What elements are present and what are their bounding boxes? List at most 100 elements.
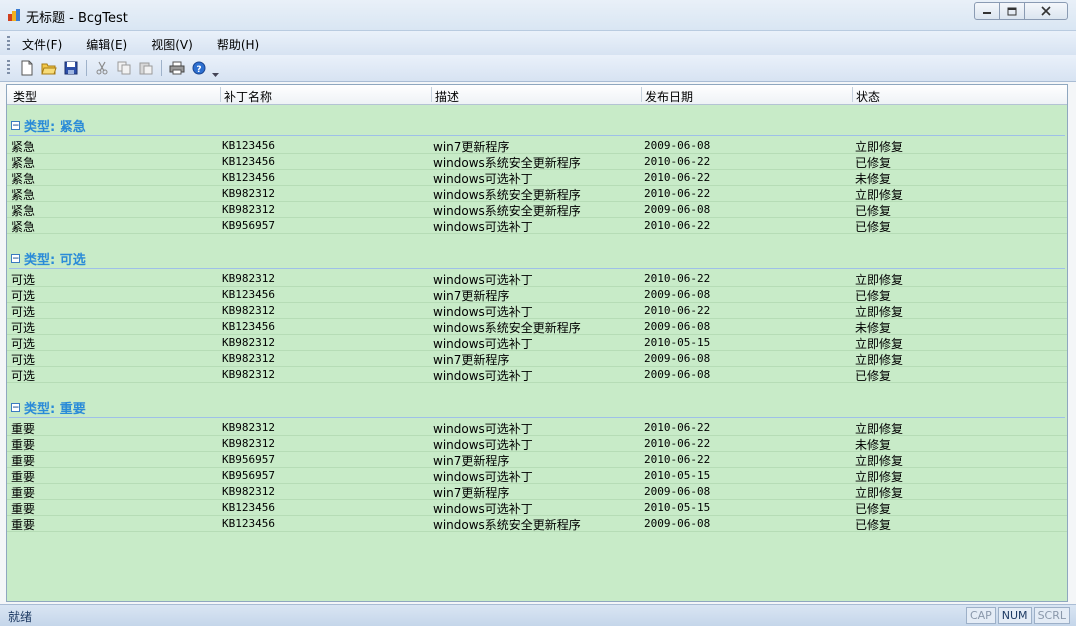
table-row[interactable]: 紧急 KB123456 windows可选补丁 2010-06-22 未修复: [7, 169, 1067, 186]
table-row[interactable]: 可选 KB982312 win7更新程序 2009-06-08 立即修复: [7, 350, 1067, 367]
cell-patch-name: KB982312: [222, 203, 275, 216]
cell-description: windows系统安全更新程序: [433, 518, 581, 532]
table-row[interactable]: 紧急 KB123456 win7更新程序 2009-06-08 立即修复: [7, 137, 1067, 154]
menu-bar: 文件(F) 编辑(E) 视图(V) 帮助(H): [0, 31, 1076, 55]
cell-status: 已修复: [855, 220, 892, 234]
cell-patch-name: KB123456: [222, 517, 275, 530]
group-title: 类型: 重要: [24, 401, 86, 417]
table-row[interactable]: 紧急 KB123456 windows系统安全更新程序 2010-06-22 已修复: [7, 153, 1067, 170]
new-button[interactable]: [16, 58, 38, 78]
table-row[interactable]: 紧急 KB982312 windows系统安全更新程序 2010-06-22 立即修复: [7, 185, 1067, 202]
close-button[interactable]: [1024, 2, 1068, 20]
group-header[interactable]: − 类型: 重要: [11, 398, 86, 417]
help-icon: ?: [192, 61, 206, 75]
column-divider[interactable]: [852, 87, 853, 102]
table-row[interactable]: 重要 KB956957 windows可选补丁 2010-05-15 立即修复: [7, 467, 1067, 484]
paste-icon: [139, 62, 153, 75]
cell-patch-name: KB123456: [222, 155, 275, 168]
cell-release-date: 2009-06-08: [644, 485, 711, 498]
cell-patch-name: KB123456: [222, 139, 275, 152]
table-row[interactable]: 重要 KB123456 windows可选补丁 2010-05-15 已修复: [7, 499, 1067, 516]
cell-patch-name: KB123456: [222, 171, 275, 184]
table-row[interactable]: 可选 KB123456 windows系统安全更新程序 2009-06-08 未修复: [7, 318, 1067, 335]
toolbar-overflow-button[interactable]: [210, 58, 220, 78]
toolbar-grip[interactable]: [7, 60, 10, 74]
toolbar-separator: [86, 60, 87, 76]
group-separator: [9, 268, 1065, 269]
column-divider[interactable]: [431, 87, 432, 102]
cut-button[interactable]: [91, 58, 113, 78]
table-row[interactable]: 重要 KB982312 win7更新程序 2009-06-08 立即修复: [7, 483, 1067, 500]
column-release-date[interactable]: 发布日期: [645, 88, 693, 105]
table-row[interactable]: 可选 KB982312 windows可选补丁 2009-06-08 已修复: [7, 366, 1067, 383]
cell-patch-name: KB123456: [222, 501, 275, 514]
table-row[interactable]: 重要 KB956957 win7更新程序 2010-06-22 立即修复: [7, 451, 1067, 468]
open-folder-icon: [41, 63, 57, 75]
menu-help[interactable]: 帮助(H): [211, 36, 265, 53]
table-row[interactable]: 重要 KB123456 windows系统安全更新程序 2009-06-08 已修复: [7, 515, 1067, 532]
column-status[interactable]: 状态: [856, 88, 880, 105]
table-row[interactable]: 可选 KB982312 windows可选补丁 2010-05-15 立即修复: [7, 334, 1067, 351]
window-title: 无标题 - BcgTest: [26, 11, 128, 26]
column-divider[interactable]: [641, 87, 642, 102]
save-icon: [64, 61, 78, 75]
cell-release-date: 2009-06-08: [644, 320, 711, 333]
save-button[interactable]: [60, 58, 82, 78]
cell-type: 重要: [11, 518, 36, 532]
group-header[interactable]: − 类型: 紧急: [11, 116, 86, 135]
cell-release-date: 2009-06-08: [644, 368, 711, 381]
cell-patch-name: KB123456: [222, 320, 275, 333]
copy-button[interactable]: [113, 58, 135, 78]
maximize-button[interactable]: [999, 2, 1025, 20]
indicator-cap: CAP: [965, 607, 996, 624]
indicator-num: NUM: [997, 607, 1032, 624]
cell-type: 可选: [11, 369, 36, 383]
cell-release-date: 2010-06-22: [644, 171, 711, 184]
minimize-icon: [983, 12, 991, 14]
menu-view[interactable]: 视图(V): [145, 36, 199, 53]
maximize-icon: [1007, 7, 1017, 15]
table-row[interactable]: 紧急 KB982312 windows系统安全更新程序 2009-06-08 已修复: [7, 201, 1067, 218]
cell-release-date: 2010-06-22: [644, 421, 711, 434]
copy-icon: [117, 61, 131, 75]
patch-list[interactable]: 类型 补丁名称 描述 发布日期 状态 − 类型: 紧急紧急 KB123456 win7…: [6, 84, 1068, 602]
collapse-icon[interactable]: −: [11, 253, 20, 263]
open-button[interactable]: [38, 58, 60, 78]
column-type[interactable]: 类型: [13, 88, 37, 105]
cell-patch-name: KB956957: [222, 219, 275, 232]
table-row[interactable]: 紧急 KB956957 windows可选补丁 2010-06-22 已修复: [7, 217, 1067, 234]
column-patch-name[interactable]: 补丁名称: [224, 88, 272, 105]
table-row[interactable]: 可选 KB123456 win7更新程序 2009-06-08 已修复: [7, 286, 1067, 303]
print-button[interactable]: [166, 58, 188, 78]
table-row[interactable]: 可选 KB982312 windows可选补丁 2010-06-22 立即修复: [7, 270, 1067, 287]
collapse-icon[interactable]: −: [11, 402, 20, 412]
print-icon: [169, 61, 185, 75]
cell-release-date: 2010-05-15: [644, 469, 711, 482]
paste-button[interactable]: [135, 58, 157, 78]
cell-description: windows可选补丁: [433, 369, 533, 383]
chevron-down-icon: [211, 73, 219, 77]
cell-patch-name: KB956957: [222, 469, 275, 482]
table-row[interactable]: 重要 KB982312 windows可选补丁 2010-06-22 未修复: [7, 435, 1067, 452]
cell-type: 紧急: [11, 220, 36, 234]
title-bar: 无标题 - BcgTest: [0, 0, 1076, 31]
cell-release-date: 2009-06-08: [644, 352, 711, 365]
table-row[interactable]: 重要 KB982312 windows可选补丁 2010-06-22 立即修复: [7, 419, 1067, 436]
menu-edit[interactable]: 编辑(E): [80, 36, 133, 53]
column-divider[interactable]: [220, 87, 221, 102]
cell-description: windows可选补丁: [433, 220, 533, 234]
svg-text:?: ?: [196, 65, 201, 75]
menubar-grip[interactable]: [7, 36, 10, 50]
cell-release-date: 2009-06-08: [644, 517, 711, 530]
column-header: 类型 补丁名称 描述 发布日期 状态: [7, 85, 1067, 105]
column-description[interactable]: 描述: [435, 88, 459, 105]
group-header[interactable]: − 类型: 可选: [11, 249, 86, 268]
minimize-button[interactable]: [974, 2, 1000, 20]
cell-release-date: 2010-06-22: [644, 437, 711, 450]
collapse-icon[interactable]: −: [11, 120, 20, 130]
table-row[interactable]: 可选 KB982312 windows可选补丁 2010-06-22 立即修复: [7, 302, 1067, 319]
cell-patch-name: KB982312: [222, 272, 275, 285]
window-controls: [974, 2, 1068, 20]
menu-file[interactable]: 文件(F): [16, 36, 68, 53]
help-button[interactable]: ?: [188, 58, 210, 78]
